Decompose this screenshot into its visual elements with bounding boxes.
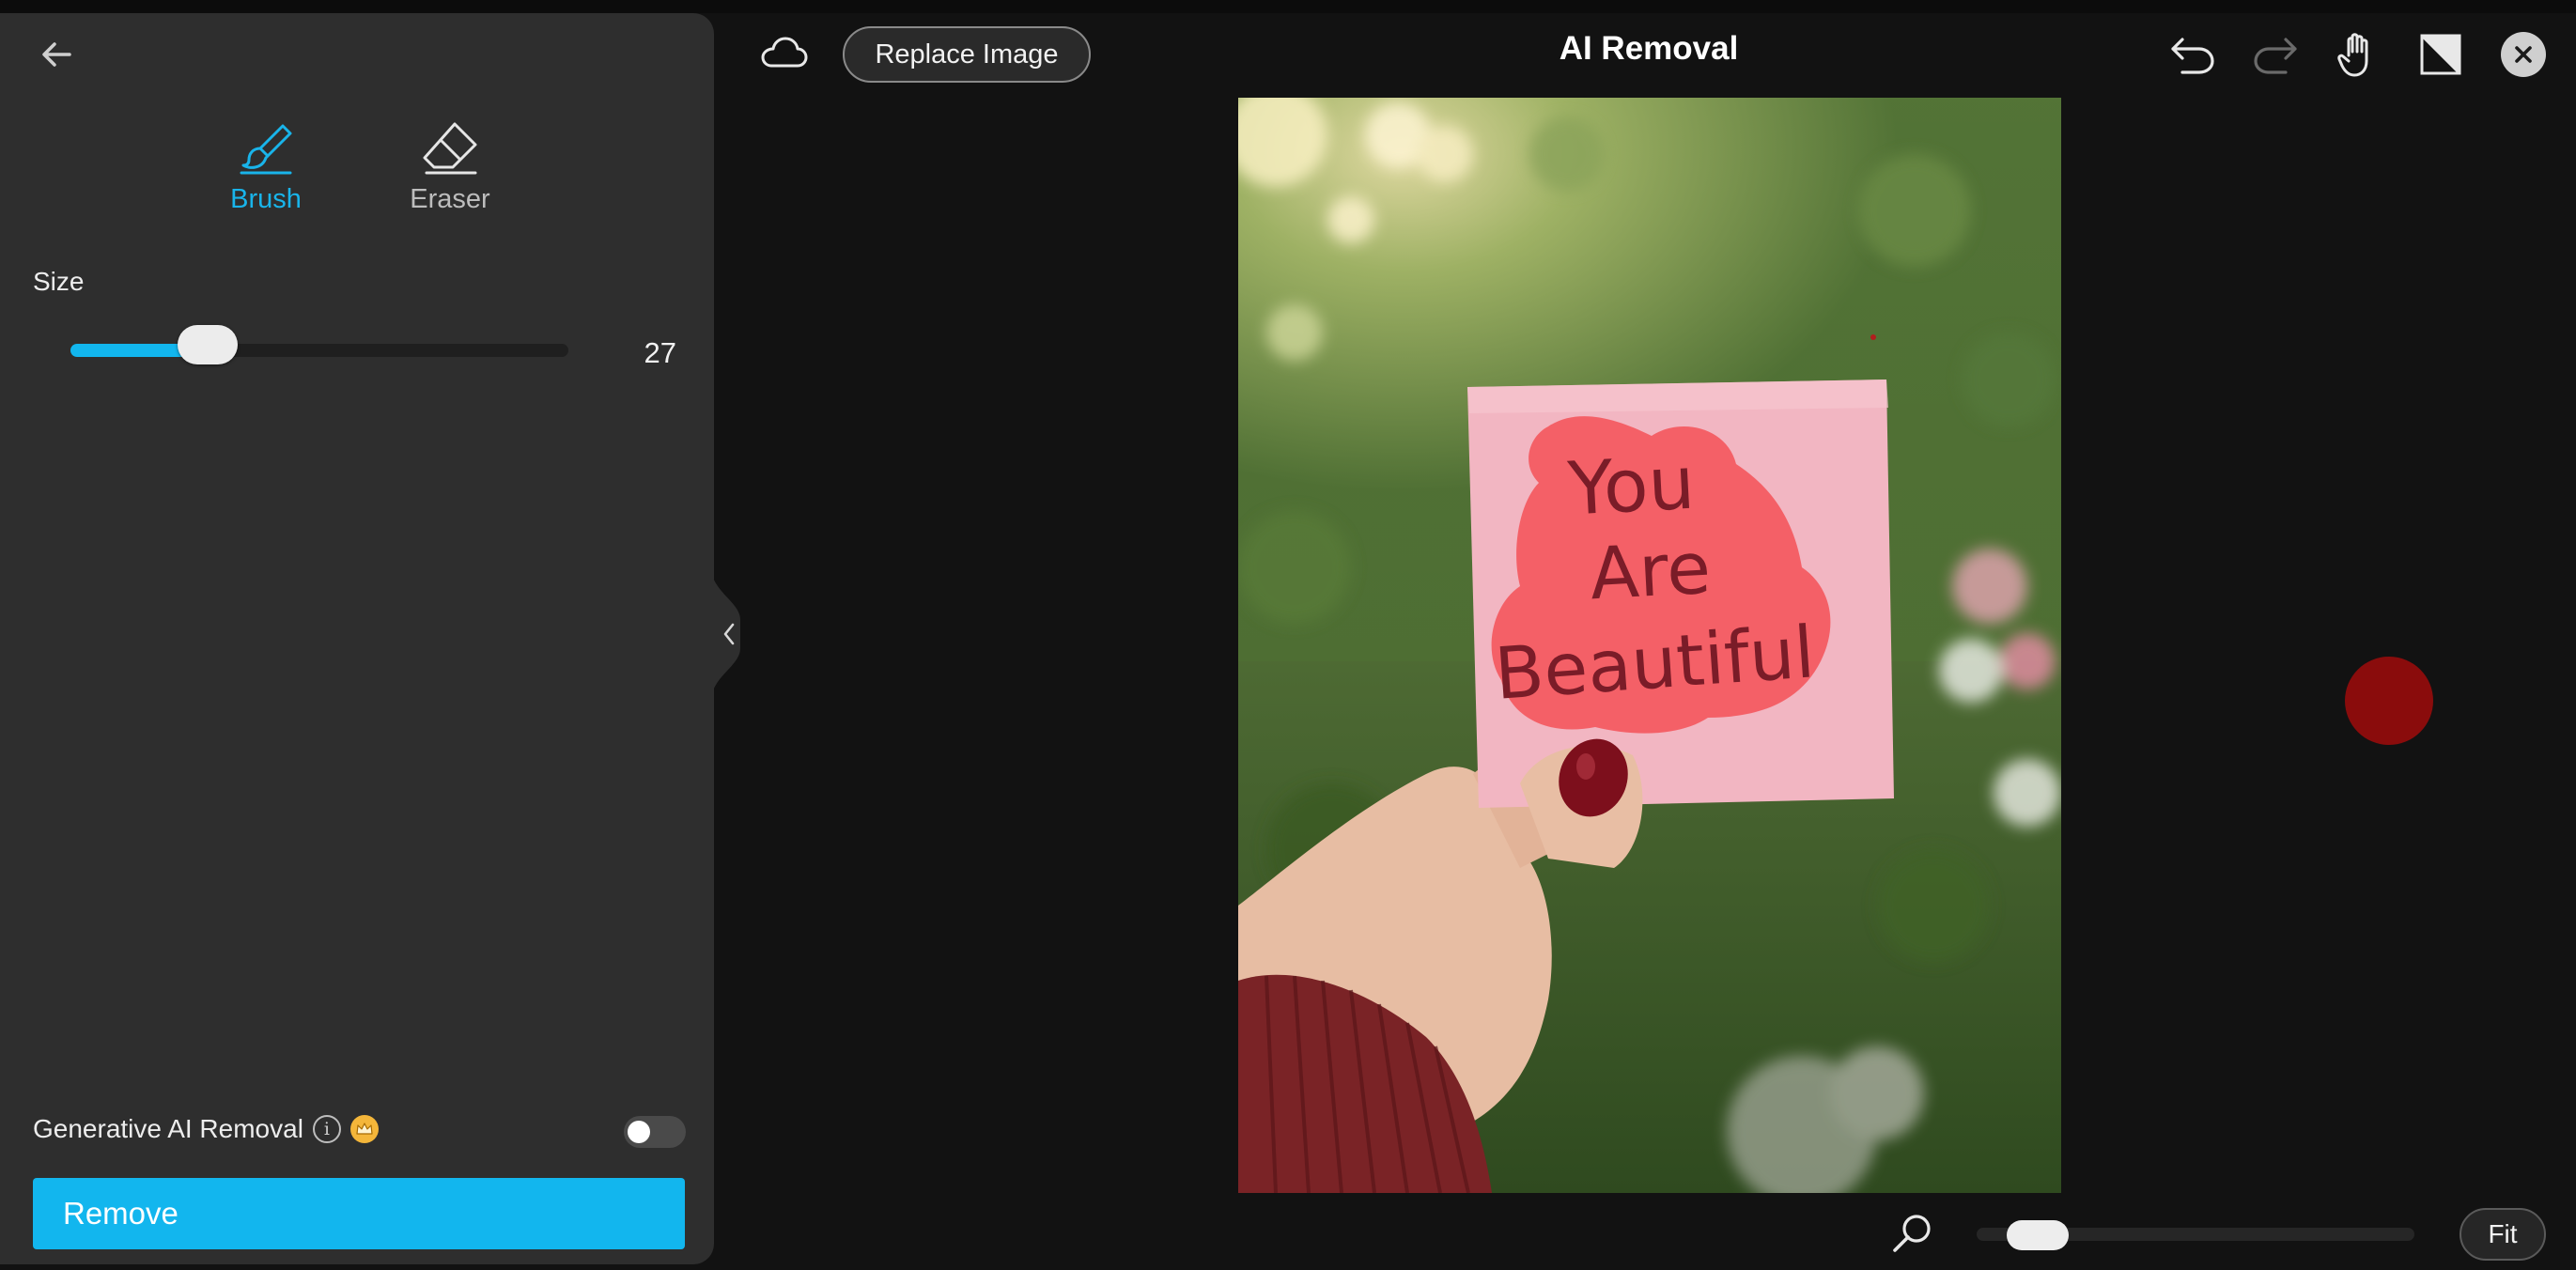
crown-icon	[349, 1115, 379, 1143]
zoom-search-icon[interactable]	[1890, 1212, 1935, 1257]
page-title: AI Removal	[1559, 30, 1739, 67]
hand-icon	[2337, 33, 2368, 77]
undo-button[interactable]	[2168, 30, 2217, 79]
size-label: Size	[33, 267, 85, 296]
size-value: 27	[644, 336, 676, 369]
brush-label: Brush	[230, 184, 302, 214]
cloud-icon[interactable]	[759, 34, 808, 71]
undo-icon	[2171, 38, 2214, 74]
info-icon[interactable]: i	[312, 1115, 341, 1143]
toggle-knob	[628, 1121, 650, 1143]
generative-ai-removal-row: Generative AI Removal i	[33, 1114, 379, 1144]
collapse-panel-tab[interactable]	[710, 564, 748, 705]
zoom-slider-thumb[interactable]	[2007, 1220, 2069, 1250]
close-button[interactable]	[2501, 32, 2546, 77]
compare-button[interactable]	[2416, 30, 2465, 79]
generative-ai-removal-toggle[interactable]	[624, 1116, 686, 1148]
photo-illustration: You Are Beautiful	[1238, 98, 2061, 1193]
arrow-left-icon	[42, 42, 71, 67]
fit-button[interactable]: Fit	[2460, 1208, 2546, 1261]
pan-hand-button[interactable]	[2334, 30, 2382, 79]
brush-cursor-preview	[2345, 657, 2433, 745]
tool-panel: Brush Eraser Size 27 Generative AI Remov…	[0, 13, 714, 1264]
brush-tool-button[interactable]: Brush	[195, 111, 336, 215]
note-line-1: You	[1565, 441, 1697, 533]
zoom-slider[interactable]	[1977, 1220, 2414, 1250]
window-top-strip	[0, 0, 2576, 13]
edit-canvas-image[interactable]: You Are Beautiful	[1238, 98, 2061, 1193]
replace-image-button[interactable]: Replace Image	[843, 26, 1091, 83]
redo-button[interactable]	[2251, 30, 2300, 79]
generative-ai-removal-label: Generative AI Removal	[33, 1114, 303, 1143]
note-line-2: Are	[1588, 526, 1713, 616]
close-icon	[2515, 46, 2532, 63]
size-slider-thumb[interactable]	[177, 325, 238, 364]
eraser-tool-button[interactable]: Eraser	[380, 111, 520, 215]
eraser-label: Eraser	[410, 184, 490, 214]
redo-icon	[2254, 38, 2297, 74]
compare-icon	[2420, 34, 2461, 75]
remove-button[interactable]: Remove	[33, 1178, 685, 1249]
back-button[interactable]	[34, 32, 79, 77]
brush-icon	[240, 124, 292, 175]
eraser-icon	[423, 122, 477, 175]
size-slider[interactable]	[70, 325, 568, 364]
